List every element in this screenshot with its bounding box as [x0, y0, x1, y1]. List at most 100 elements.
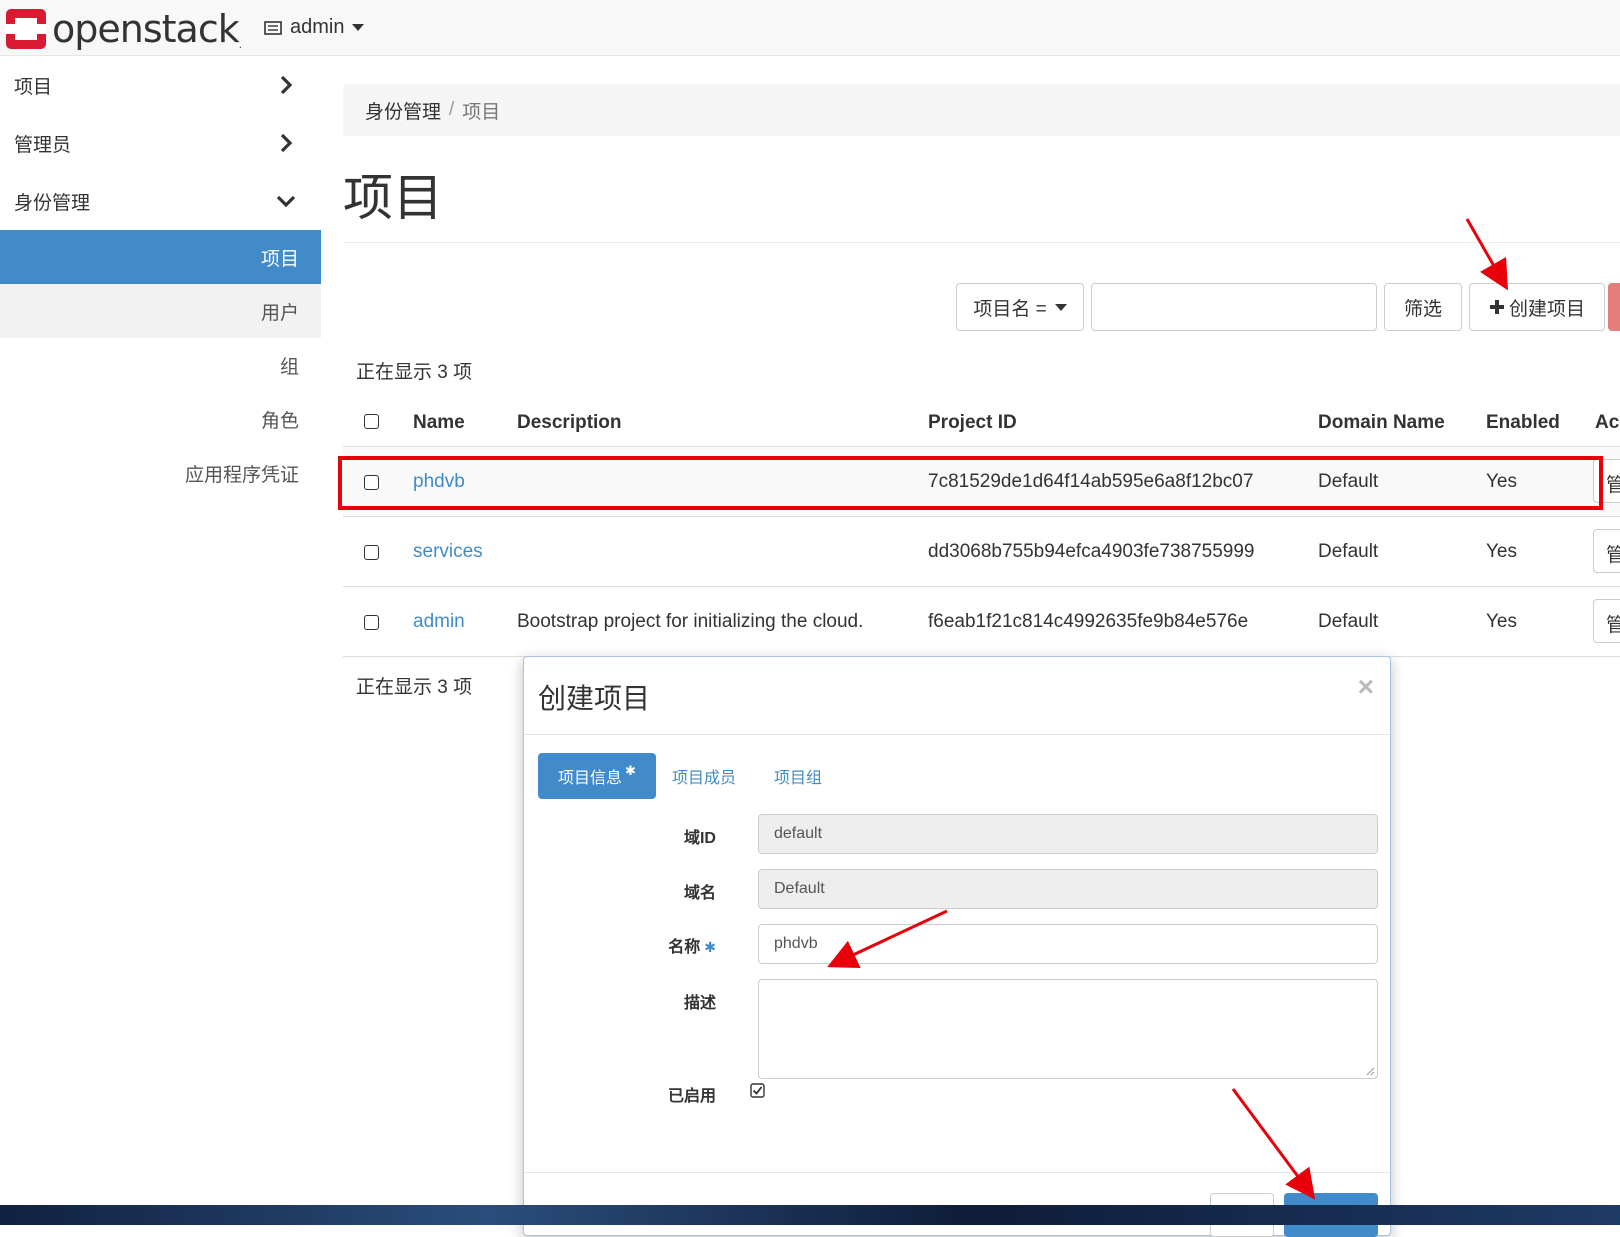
item-count-top: 正在显示 3 项	[356, 362, 473, 383]
caret-down-icon	[1054, 303, 1067, 311]
sidebar-item-roles[interactable]: 角色	[0, 392, 321, 446]
item-count-bottom: 正在显示 3 项	[356, 677, 473, 698]
domain-name: Default	[1318, 611, 1379, 632]
project-name-link[interactable]: admin	[413, 611, 465, 633]
breadcrumb-separator: /	[449, 99, 455, 120]
row-checkbox[interactable]	[364, 615, 379, 630]
project-list-icon	[264, 20, 282, 35]
enabled-status: Yes	[1486, 611, 1517, 632]
create-project-label: 创建项目	[1508, 298, 1585, 320]
description-textarea[interactable]	[758, 979, 1378, 1079]
enabled-status: Yes	[1486, 541, 1517, 562]
sidebar-section-project[interactable]: 项目	[0, 56, 321, 114]
table-row: phdvb 7c81529de1d64f14ab595e6a8f12bc07 D…	[343, 446, 1620, 516]
column-header-name[interactable]: Name	[413, 412, 465, 434]
close-icon[interactable]: ×	[1358, 671, 1374, 703]
sidebar-item-groups[interactable]: 组	[0, 338, 321, 392]
tab-label: 项目信息	[558, 770, 623, 787]
project-name-link[interactable]: services	[413, 541, 483, 563]
modal-header: 创建项目 ×	[524, 657, 1390, 735]
project-id: f6eab1f21c814c4992635fe9b84e576e	[928, 611, 1249, 632]
row-checkbox[interactable]	[364, 475, 379, 490]
action-label: 管	[1606, 545, 1620, 566]
divider	[343, 242, 1620, 243]
page-title: 项目	[343, 170, 443, 226]
resize-handle-icon[interactable]	[1365, 1066, 1375, 1076]
enabled-label: 已启用	[667, 1088, 716, 1105]
sidebar-section-admin[interactable]: 管理员	[0, 114, 321, 172]
domain-name: Default	[1318, 541, 1379, 562]
column-header-description[interactable]: Description	[517, 412, 622, 434]
action-label: 管	[1606, 615, 1620, 636]
sidebar-section-label: 身份管理	[14, 192, 91, 214]
tab-project-info[interactable]: 项目信息 ✱	[538, 753, 656, 799]
breadcrumb-current: 项目	[462, 101, 501, 123]
project-description: Bootstrap project for initializing the c…	[517, 611, 864, 632]
filter-button[interactable]: 筛选	[1384, 283, 1462, 331]
tab-project-groups[interactable]: 项目组	[774, 753, 822, 799]
name-label: 名称 ✱	[616, 933, 716, 957]
logo-text: openstack.	[52, 7, 242, 51]
delete-projects-button[interactable]	[1608, 283, 1620, 331]
domain-name: Default	[1318, 471, 1379, 492]
project-name-input[interactable]: phdvb	[758, 924, 1378, 964]
filter-field-dropdown[interactable]: 项目名 =	[956, 283, 1084, 331]
modal-title: 创建项目	[538, 683, 651, 714]
domain-name-field: Default	[758, 869, 1378, 909]
caret-down-icon	[352, 24, 365, 31]
select-all-checkbox[interactable]	[364, 414, 379, 429]
domain-id-value: default	[774, 825, 823, 842]
arrow-to-create-button	[1465, 218, 1508, 291]
filter-field-label: 项目名 =	[973, 298, 1047, 320]
required-asterisk-icon: ✱	[704, 939, 716, 955]
name-label-text: 名称	[668, 939, 701, 956]
openstack-logo-icon	[6, 9, 46, 49]
column-header-project-id[interactable]: Project ID	[928, 412, 1017, 434]
row-action-button[interactable]: 管	[1593, 459, 1620, 503]
action-label: 管	[1606, 475, 1620, 496]
modal-footer-divider	[524, 1172, 1390, 1173]
enabled-checkbox[interactable]	[750, 1083, 765, 1098]
project-id: 7c81529de1d64f14ab595e6a8f12bc07	[928, 471, 1254, 492]
row-checkbox[interactable]	[364, 545, 379, 560]
sidebar-section-label: 项目	[14, 76, 53, 98]
chevron-down-icon	[276, 195, 296, 208]
create-project-modal: 创建项目 × 项目信息 ✱ 项目成员 项目组 域ID default 域名 De…	[523, 656, 1391, 1237]
breadcrumb: 身份管理 / 项目	[343, 84, 1620, 136]
project-name-link[interactable]: phdvb	[413, 471, 465, 493]
tab-project-members[interactable]: 项目成员	[672, 753, 736, 799]
search-input[interactable]	[1091, 283, 1377, 331]
column-header-enabled[interactable]: Enabled	[1486, 412, 1560, 434]
current-project-label: admin	[290, 16, 345, 38]
project-name-value: phdvb	[774, 935, 818, 952]
sidebar: 项目 管理员 身份管理 项目 用户 组 角色 应用程序凭证	[0, 56, 321, 1225]
domain-id-field: default	[758, 814, 1378, 854]
sidebar-item-app-credentials[interactable]: 应用程序凭证	[0, 446, 321, 500]
project-id: dd3068b755b94efca4903fe738755999	[928, 541, 1255, 562]
enabled-status: Yes	[1486, 471, 1517, 492]
plus-icon	[1489, 300, 1504, 314]
description-label: 描述	[683, 995, 716, 1012]
openstack-logo[interactable]: openstack.	[6, 7, 242, 51]
domain-id-label: 域ID	[683, 830, 716, 847]
table-row: services dd3068b755b94efca4903fe73875599…	[343, 516, 1620, 586]
domain-name-value: Default	[774, 880, 825, 897]
row-action-button[interactable]: 管	[1593, 599, 1620, 643]
chevron-right-icon	[280, 75, 293, 95]
sidebar-item-users[interactable]: 用户	[0, 284, 321, 338]
sidebar-section-label: 管理员	[14, 134, 72, 156]
row-action-button[interactable]: 管	[1593, 529, 1620, 573]
breadcrumb-parent[interactable]: 身份管理	[365, 97, 441, 124]
column-header-domain-name[interactable]: Domain Name	[1318, 412, 1445, 434]
create-project-button[interactable]: 创建项目	[1469, 283, 1605, 331]
sidebar-section-identity[interactable]: 身份管理	[0, 172, 321, 230]
column-header-actions[interactable]: Ac	[1595, 412, 1619, 434]
top-navbar: openstack. admin	[0, 0, 1620, 56]
required-asterisk-icon: ✱	[625, 763, 636, 778]
domain-name-label: 域名	[683, 885, 716, 902]
project-dropdown[interactable]: admin	[264, 16, 365, 39]
chevron-right-icon	[280, 133, 293, 153]
desktop-background-strip	[0, 1205, 1620, 1225]
sidebar-item-projects[interactable]: 项目	[0, 230, 321, 284]
table-row: admin Bootstrap project for initializing…	[343, 586, 1620, 656]
